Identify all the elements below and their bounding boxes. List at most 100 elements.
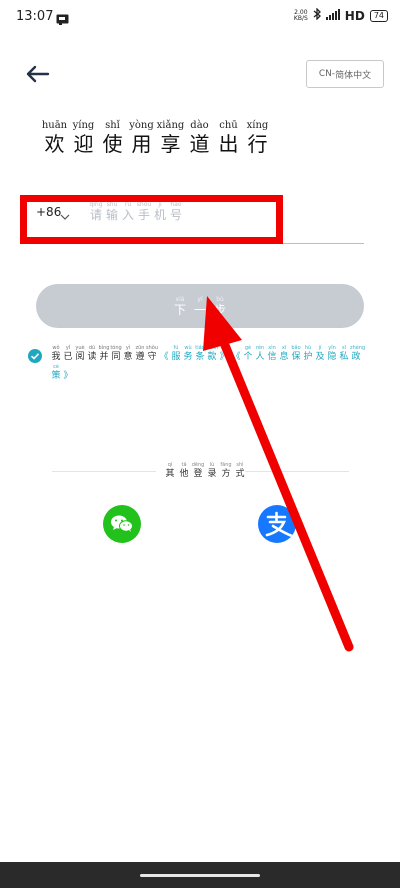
hanzi: 已 [63, 352, 73, 362]
link-char: 《 [158, 345, 170, 363]
country-code-selector[interactable]: +86 [36, 205, 61, 219]
label-char: tā 他 [177, 462, 191, 480]
hanzi: 信 [267, 352, 277, 362]
phone-row: +86 qǐng 请 shū 输 rù 入 shǒu 手 jī 机 hào 号 [36, 195, 364, 244]
hanzi: 读 [87, 352, 97, 362]
hanzi: 人 [255, 352, 265, 362]
title-char: huān 欢 [40, 120, 69, 156]
link-char: bǎo 保 [290, 345, 302, 363]
agreement-char: wǒ 我 [50, 345, 62, 363]
hanzi: 其 [165, 469, 175, 479]
hanzi: 息 [279, 352, 289, 362]
pinyin: chū [219, 120, 238, 131]
link-char: 《 [230, 345, 242, 363]
bluetooth-icon [313, 7, 321, 23]
hanzi: 一 [193, 302, 206, 317]
hanzi: 隐 [327, 352, 337, 362]
hanzi: 式 [235, 469, 245, 479]
hanzi: 行 [247, 132, 268, 156]
hanzi: 条 [195, 352, 205, 362]
pinyin: yòng [129, 120, 154, 131]
link-char: gè 个 [242, 345, 254, 363]
signal-icon [325, 8, 340, 23]
chevron-down-icon[interactable] [60, 206, 70, 225]
title-char: chū 出 [214, 120, 243, 156]
hanzi: 款 [207, 352, 217, 362]
pinyin: bù [216, 295, 224, 303]
wechat-login-button[interactable] [103, 505, 141, 543]
hanzi: 步 [213, 302, 226, 317]
link-char: tiáo 条 [194, 345, 206, 363]
link-char: fú 服 [170, 345, 182, 363]
alipay-icon [265, 511, 294, 538]
button-char: yí 一 [190, 296, 210, 317]
hanzi: 保 [291, 352, 301, 362]
battery-icon: 74 [369, 9, 388, 22]
arrow-shaft [217, 333, 354, 652]
agreement-char: shǒu 守 [146, 345, 158, 363]
pinyin: xíng [246, 120, 269, 131]
network-speed: 2.00 KB/S [293, 9, 308, 22]
title-char: yòng 用 [127, 120, 156, 156]
hanzi: 出 [218, 132, 239, 156]
network-type: HD [344, 8, 365, 23]
check-circle-icon [28, 349, 42, 363]
next-step-button[interactable]: xià 下 yí 一 bù 步 [36, 284, 364, 328]
link-char: yǐn 隐 [326, 345, 338, 363]
hanzi: 政 [351, 352, 361, 362]
hanzi: 守 [147, 352, 157, 362]
hanzi: 登 [193, 469, 203, 479]
language-switch-button[interactable]: CN- 简 体 中 文 [306, 60, 384, 88]
hanzi: 《 [159, 352, 169, 362]
hanzi: 使 [102, 132, 123, 156]
hanzi: 务 [183, 352, 193, 362]
agreement-text: wǒ 我 yǐ 已 yuè 阅 dú 读 bìng 并 tóng 同 yì 意 zūn 遵 shǒu 守 《 fú 服… [50, 344, 366, 382]
pinyin: dào [190, 120, 209, 131]
hanzi: 方 [221, 469, 231, 479]
link-char: xī 息 [278, 345, 290, 363]
link-char: 》 [218, 345, 230, 363]
language-code: CN- [318, 69, 336, 79]
pinyin: shǐ [105, 120, 120, 131]
hanzi: 》 [219, 352, 229, 362]
home-indicator[interactable] [140, 874, 260, 877]
link-char: hù 护 [302, 345, 314, 363]
agreement-checkbox[interactable] [28, 348, 42, 363]
label-char: shì 式 [233, 462, 247, 480]
agreement-char: yuè 阅 [74, 345, 86, 363]
link-char: zhèng 政 [350, 345, 365, 363]
agreement-char: yì 意 [122, 345, 134, 363]
hanzi: 》 [63, 371, 73, 381]
hanzi: 同 [111, 352, 121, 362]
hanzi: 并 [99, 352, 109, 362]
wechat-icon [111, 515, 133, 532]
link-char: jí 及 [314, 345, 326, 363]
status-bar: 13:07 2.00 KB/S HD 74 [0, 0, 400, 34]
status-right: 2.00 KB/S HD 74 [293, 7, 388, 23]
label-char: fāng 方 [219, 462, 233, 480]
link-char: wù 务 [182, 345, 194, 363]
language-char: 文 [362, 70, 372, 81]
link-char: sī 私 [338, 345, 350, 363]
link-char: xìn 信 [266, 345, 278, 363]
hanzi: 个 [243, 352, 253, 362]
label-char: lù 录 [205, 462, 219, 480]
agreement-char: dú 读 [86, 345, 98, 363]
divider-left [52, 471, 156, 472]
speed-unit: KB/S [293, 14, 308, 22]
alipay-login-button[interactable] [258, 505, 296, 543]
agreement-char: zūn 遵 [134, 345, 146, 363]
hanzi: 及 [315, 352, 325, 362]
back-button[interactable] [22, 60, 56, 88]
service-terms-link[interactable]: 《 fú 服 wù 务 tiáo 条 kuǎn 款 》 [158, 344, 230, 363]
hanzi: 《 [231, 352, 241, 362]
hanzi: 遵 [135, 352, 145, 362]
hanzi: 录 [207, 469, 217, 479]
pinyin: xiǎng [156, 120, 185, 131]
hanzi: 他 [179, 469, 189, 479]
phone-number-input[interactable] [86, 195, 340, 237]
language-char: 简 [335, 70, 345, 81]
pinyin: xià [175, 295, 185, 303]
language-char: 中 [353, 70, 363, 81]
hanzi: 用 [131, 132, 152, 156]
